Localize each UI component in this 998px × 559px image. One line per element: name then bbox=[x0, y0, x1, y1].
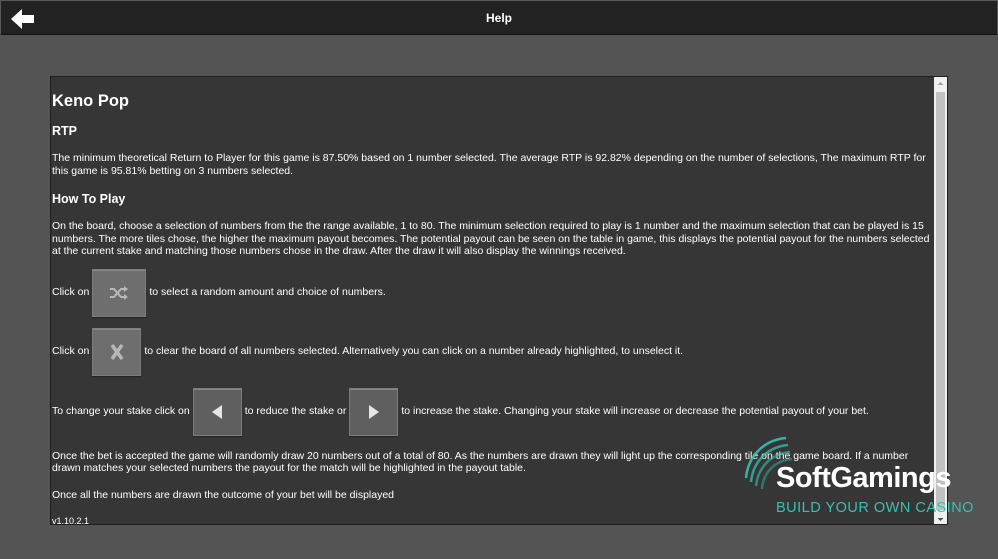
scroll-down-button[interactable] bbox=[934, 513, 947, 524]
scroll-up-button[interactable] bbox=[934, 77, 947, 90]
right-arrow-icon bbox=[368, 404, 379, 419]
game-title: Keno Pop bbox=[52, 92, 129, 110]
clear-x-icon bbox=[110, 343, 124, 360]
stake-instruction: To change your stake click on to reduce … bbox=[52, 387, 935, 436]
draw-text: Once the bet is accepted the game will r… bbox=[52, 449, 909, 475]
top-bar: Help bbox=[0, 0, 998, 35]
shuffle-icon bbox=[110, 285, 129, 300]
version-label: v1.10.2.1 bbox=[52, 516, 90, 525]
clear-suffix: to clear the board of all numbers select… bbox=[144, 345, 684, 358]
help-content: Keno Pop RTP The minimum theoretical Ret… bbox=[51, 77, 935, 525]
scroll-down-arrow-icon bbox=[937, 518, 944, 521]
help-panel[interactable]: Keno Pop RTP The minimum theoretical Ret… bbox=[50, 76, 948, 525]
how-to-play-text: On the board, choose a selection of numb… bbox=[52, 220, 930, 257]
how-to-play-heading: How To Play bbox=[52, 192, 126, 206]
stake-suffix: to increase the stake. Changing your sta… bbox=[401, 405, 869, 418]
shuffle-button-image bbox=[92, 268, 147, 317]
scroll-thumb[interactable] bbox=[936, 92, 945, 510]
clear-button-image bbox=[92, 327, 142, 376]
clear-instruction: Click on to clear the board of all numbe… bbox=[52, 327, 935, 376]
left-arrow-icon bbox=[212, 404, 223, 419]
shuffle-instruction: Click on to select a random amount and c… bbox=[52, 268, 935, 317]
scroll-up-arrow-icon bbox=[937, 82, 944, 85]
shuffle-prefix: Click on bbox=[52, 286, 90, 299]
stake-middle: to reduce the stake or bbox=[244, 405, 347, 418]
outcome-text: Once all the numbers are drawn the outco… bbox=[52, 488, 395, 501]
rtp-heading: RTP bbox=[52, 124, 77, 138]
stake-prefix: To change your stake click on bbox=[52, 405, 190, 418]
shuffle-suffix: to select a random amount and choice of … bbox=[149, 286, 386, 299]
increase-stake-button-image bbox=[349, 387, 399, 436]
decrease-stake-button-image bbox=[192, 387, 242, 436]
clear-prefix: Click on bbox=[52, 345, 90, 358]
page-title: Help bbox=[485, 11, 512, 25]
rtp-text: The minimum theoretical Return to Player… bbox=[52, 152, 926, 177]
vertical-scrollbar[interactable] bbox=[934, 77, 947, 524]
